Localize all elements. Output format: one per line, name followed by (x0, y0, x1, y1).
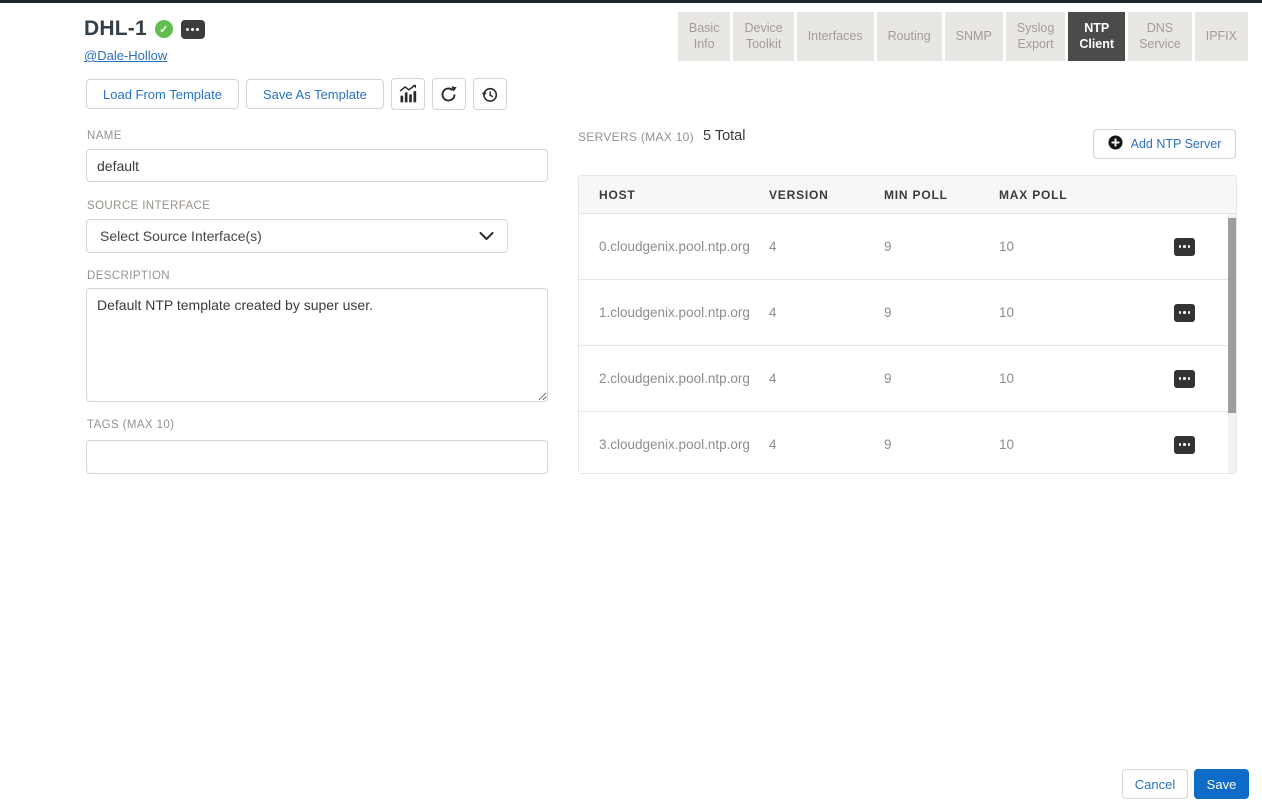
name-input[interactable] (86, 149, 548, 182)
history-button[interactable] (473, 78, 507, 110)
save-as-template-button[interactable]: Save As Template (246, 79, 384, 109)
refresh-button[interactable] (432, 78, 466, 110)
description-textarea[interactable]: Default NTP template created by super us… (86, 288, 548, 402)
tab-device-toolkit[interactable]: Device Toolkit (733, 12, 793, 61)
cell-version: 4 (769, 371, 884, 386)
add-ntp-server-label: Add NTP Server (1131, 137, 1222, 151)
cell-version: 4 (769, 437, 884, 452)
save-button[interactable]: Save (1194, 769, 1249, 799)
plus-circle-icon (1108, 135, 1123, 153)
column-header-version: VERSION (769, 188, 884, 202)
row-more-button[interactable] (1174, 436, 1195, 454)
tab-ntp-client[interactable]: NTP Client (1068, 12, 1125, 61)
column-header-max-poll: MAX POLL (999, 188, 1236, 202)
cell-max-poll: 10 (999, 437, 1174, 452)
table-row: 0.cloudgenix.pool.ntp.org 4 9 10 (579, 214, 1236, 280)
cancel-button[interactable]: Cancel (1122, 769, 1188, 799)
template-toolbar: Load From Template Save As Template (86, 78, 507, 110)
stats-icon (398, 84, 418, 104)
page-header: DHL-1 ✓ (84, 17, 205, 41)
table-scrollbar-thumb[interactable] (1228, 218, 1236, 413)
stats-button[interactable] (391, 78, 425, 110)
column-header-host: HOST (579, 188, 769, 202)
table-row: 3.cloudgenix.pool.ntp.org 4 9 10 (579, 412, 1236, 473)
header-more-button[interactable] (181, 20, 205, 39)
cell-host: 1.cloudgenix.pool.ntp.org (579, 305, 769, 320)
source-interface-select[interactable]: Select Source Interface(s) (86, 219, 508, 253)
cell-host: 0.cloudgenix.pool.ntp.org (579, 239, 769, 254)
load-from-template-button[interactable]: Load From Template (86, 79, 239, 109)
cell-host: 3.cloudgenix.pool.ntp.org (579, 437, 769, 452)
cell-min-poll: 9 (884, 437, 999, 452)
row-more-button[interactable] (1174, 370, 1195, 388)
row-more-button[interactable] (1174, 304, 1195, 322)
cell-min-poll: 9 (884, 371, 999, 386)
source-interface-label: SOURCE INTERFACE (87, 200, 210, 212)
servers-total-count: 5 Total (703, 128, 745, 144)
table-row: 1.cloudgenix.pool.ntp.org 4 9 10 (579, 280, 1236, 346)
tab-dns-service[interactable]: DNS Service (1128, 12, 1192, 61)
tab-syslog-export[interactable]: Syslog Export (1006, 12, 1066, 61)
cell-host: 2.cloudgenix.pool.ntp.org (579, 371, 769, 386)
device-config-tabs: Basic Info Device Toolkit Interfaces Rou… (678, 12, 1248, 61)
tab-snmp[interactable]: SNMP (945, 12, 1003, 61)
tab-ipfix[interactable]: IPFIX (1195, 12, 1248, 61)
table-header-row: HOST VERSION MIN POLL MAX POLL (579, 176, 1236, 214)
table-body: 0.cloudgenix.pool.ntp.org 4 9 10 1.cloud… (579, 214, 1236, 473)
cell-version: 4 (769, 239, 884, 254)
refresh-icon (439, 85, 458, 104)
add-ntp-server-button[interactable]: Add NTP Server (1093, 129, 1236, 159)
name-label: NAME (87, 130, 122, 142)
tab-routing[interactable]: Routing (877, 12, 942, 61)
top-border-bar (0, 0, 1262, 3)
page-title: DHL-1 (84, 17, 147, 41)
column-header-min-poll: MIN POLL (884, 188, 999, 202)
tags-input[interactable] (86, 440, 548, 474)
status-ok-icon: ✓ (155, 20, 173, 38)
cell-min-poll: 9 (884, 239, 999, 254)
cell-max-poll: 10 (999, 305, 1174, 320)
ntp-servers-table: HOST VERSION MIN POLL MAX POLL 0.cloudge… (578, 175, 1237, 474)
tab-basic-info[interactable]: Basic Info (678, 12, 731, 61)
source-interface-value: Select Source Interface(s) (100, 228, 262, 244)
tags-label: TAGS (MAX 10) (87, 419, 174, 431)
row-more-button[interactable] (1174, 238, 1195, 256)
tab-interfaces[interactable]: Interfaces (797, 12, 874, 61)
chevron-down-icon (479, 228, 494, 244)
cell-max-poll: 10 (999, 371, 1174, 386)
table-scrollbar-track[interactable] (1228, 214, 1236, 473)
cell-max-poll: 10 (999, 239, 1174, 254)
description-label: DESCRIPTION (87, 270, 170, 282)
cell-version: 4 (769, 305, 884, 320)
site-link[interactable]: @Dale-Hollow (84, 48, 167, 63)
cell-min-poll: 9 (884, 305, 999, 320)
history-icon (480, 85, 499, 104)
servers-label: SERVERS (MAX 10) (578, 130, 694, 144)
table-row: 2.cloudgenix.pool.ntp.org 4 9 10 (579, 346, 1236, 412)
